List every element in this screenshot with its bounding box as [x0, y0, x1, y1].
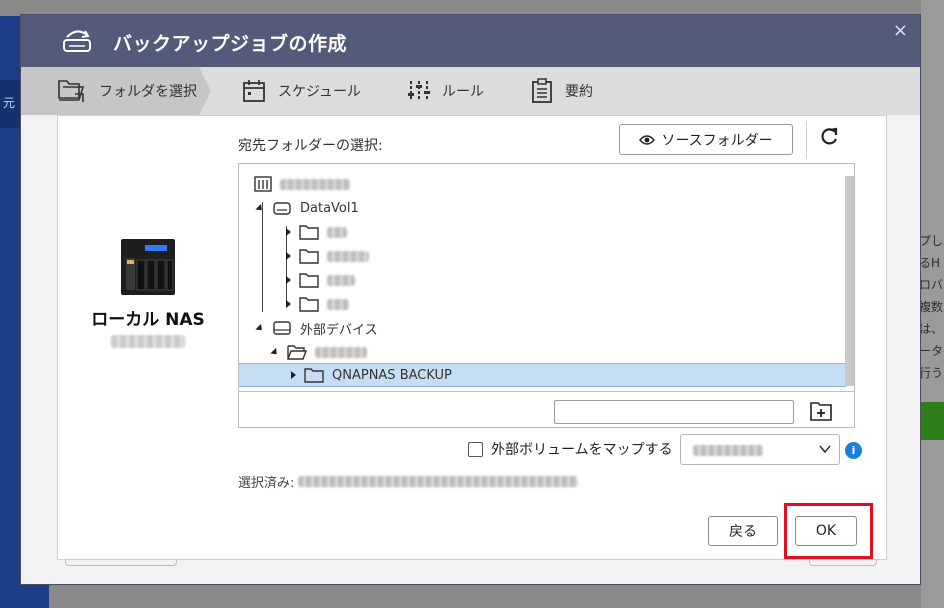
external-volume-select[interactable] [680, 434, 840, 465]
step-label: ルール [442, 84, 484, 100]
sliders-icon [408, 81, 430, 101]
expand-arrow-icon [255, 203, 265, 213]
dialog-titlebar: バックアップジョブの作成 × [21, 15, 920, 67]
info-icon[interactable]: i [845, 442, 862, 459]
new-folder-name-input[interactable] [554, 400, 794, 424]
backup-job-dialog: バックアップジョブの作成 × フォルダを選択 スケジュール ルール 要約 ローカ… [20, 14, 921, 585]
background-line: プし [919, 234, 944, 248]
collapse-arrow-icon [291, 371, 296, 379]
step-schedule[interactable]: スケジュール [242, 67, 361, 115]
tree-scrollbar[interactable] [845, 176, 854, 386]
backup-drive-icon [63, 30, 91, 52]
background-button-edge [809, 560, 877, 566]
folder-select-icon [58, 80, 85, 102]
back-button[interactable]: 戻る [708, 516, 778, 546]
local-nas-name: ローカル NAS [91, 310, 205, 330]
background-line: 複数 [919, 300, 944, 314]
step-label: 要約 [565, 84, 593, 100]
tree-node-datavol1[interactable]: DataVol1 [255, 197, 359, 219]
folder-icon [299, 297, 319, 312]
step-summary[interactable]: 要約 [531, 67, 593, 115]
calendar-icon [243, 80, 265, 102]
folder-icon [299, 273, 319, 288]
background-right-text: プし るH ロバ 複数 は、 ータ 行う [919, 230, 944, 384]
tree-node-folder[interactable] [286, 221, 347, 243]
background-line: は、 [919, 322, 944, 336]
map-external-volume-checkbox[interactable] [468, 441, 483, 457]
chevron-down-icon [819, 445, 831, 454]
background-green-button [920, 402, 944, 440]
step-rules[interactable]: ルール [408, 67, 484, 115]
local-nas-ip-redacted [111, 335, 185, 348]
volume-value-redacted [693, 445, 763, 456]
background-line: 行う [919, 366, 944, 380]
folder-name-redacted [327, 274, 355, 286]
map-external-volume-label: 外部ボリュームをマップする [491, 442, 673, 458]
tree-node-external-disk[interactable] [270, 341, 367, 363]
volume-label: DataVol1 [300, 200, 359, 216]
selected-path-row: 選択済み: [238, 472, 579, 491]
collapse-arrow-icon [286, 252, 291, 260]
toolbar-divider [806, 121, 807, 159]
selected-label: 選択済み: [238, 475, 295, 491]
open-folder-icon [287, 345, 307, 360]
volume-icon [273, 202, 291, 215]
map-external-volume-row: 外部ボリュームをマップする [468, 434, 673, 464]
folder-name-redacted [327, 250, 369, 262]
folder-icon [304, 368, 324, 383]
close-icon[interactable]: × [893, 20, 908, 41]
clipboard-icon [532, 78, 552, 103]
expand-arrow-icon [270, 347, 280, 357]
server-icon [254, 176, 272, 192]
background-line: るH [919, 256, 941, 270]
eye-icon [639, 134, 656, 145]
nas-name-redacted [280, 178, 350, 190]
background-button-edge [65, 560, 177, 566]
tree-node-selected-folder[interactable]: QNAPNAS BACKUP [291, 364, 452, 386]
tree-node-nas[interactable] [254, 173, 350, 195]
source-folder-label: ソースフォルダー [661, 132, 773, 149]
dialog-title: バックアップジョブの作成 [113, 33, 348, 55]
collapse-arrow-icon [286, 300, 291, 308]
nas-device-icon [121, 239, 175, 295]
external-drive-icon [273, 321, 291, 335]
ok-highlight-frame [784, 503, 873, 559]
step-label: フォルダを選択 [99, 84, 197, 100]
collapse-arrow-icon [286, 228, 291, 236]
expand-arrow-icon [255, 323, 265, 333]
tree-node-external-devices[interactable]: 外部デバイス [255, 317, 378, 339]
destination-folder-label: 宛先フォルダーの選択: [238, 138, 383, 154]
background-sidebar-tab: 元 [0, 80, 20, 128]
step-select-folder[interactable]: フォルダを選択 [57, 67, 197, 115]
folder-icon [299, 225, 319, 240]
new-folder-icon[interactable] [809, 400, 833, 422]
folder-name-redacted [327, 226, 347, 238]
new-folder-bar [239, 391, 854, 427]
folder-tree[interactable]: DataVol1 外部デバイス QNAPNAS BACKUP [238, 163, 855, 428]
folder-icon [299, 249, 319, 264]
dialog-body: ローカル NAS 宛先フォルダーの選択: ソースフォルダー DataVol1 外… [57, 115, 887, 560]
source-folder-button[interactable]: ソースフォルダー [619, 124, 793, 155]
external-devices-label: 外部デバイス [300, 322, 378, 338]
background-line: ロバ [919, 278, 944, 292]
selected-path-redacted [298, 475, 579, 487]
background-line: ータ [919, 344, 944, 358]
collapse-arrow-icon [286, 276, 291, 284]
refresh-icon[interactable] [818, 126, 840, 148]
step-label: スケジュール [278, 84, 362, 100]
tree-node-folder[interactable] [286, 293, 349, 315]
tree-node-folder[interactable] [286, 245, 369, 267]
tree-node-folder[interactable] [286, 269, 355, 291]
folder-name-redacted [327, 298, 349, 310]
wizard-steps: フォルダを選択 スケジュール ルール 要約 [21, 67, 920, 115]
selected-folder-label: QNAPNAS BACKUP [332, 367, 452, 383]
disk-name-redacted [315, 346, 367, 358]
